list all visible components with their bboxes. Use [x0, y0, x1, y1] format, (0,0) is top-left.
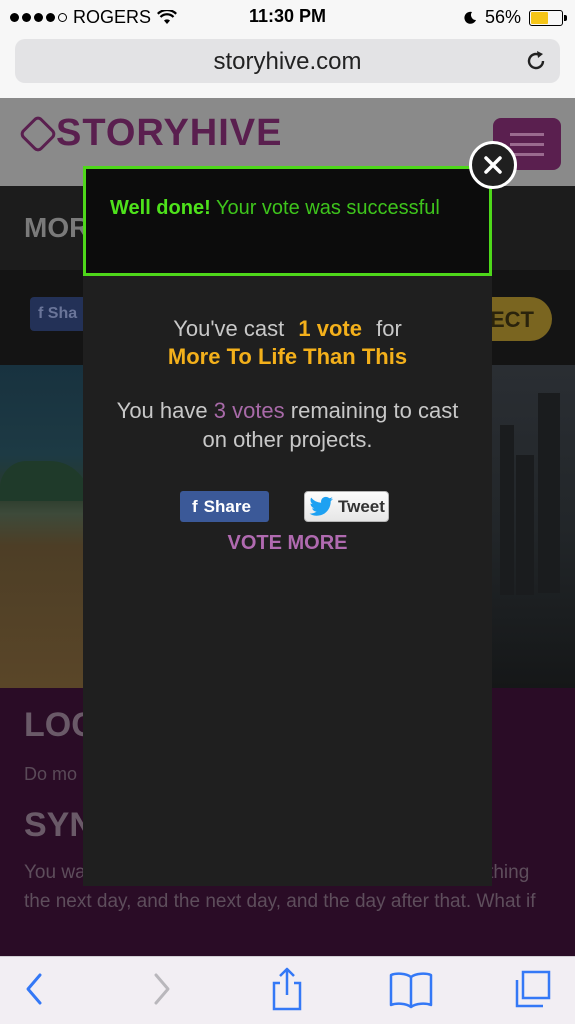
alert-message: Your vote was successful [210, 197, 440, 219]
remaining-votes-count: 3 votes [213, 398, 285, 423]
share-label: Share [203, 496, 251, 516]
cast-suffix: for [376, 316, 402, 341]
cast-prefix: You've cast [173, 316, 285, 341]
browser-toolbar [0, 956, 575, 1024]
address-bar[interactable]: storyhive.com [15, 39, 560, 83]
hamburger-icon [510, 132, 544, 136]
vote-more-link[interactable]: VOTE MORE [83, 532, 492, 555]
storyhive-logo[interactable]: STORYHIVE [18, 112, 283, 155]
voted-project-name: More To Life Than This [167, 344, 408, 369]
back-icon[interactable] [22, 971, 46, 1007]
tabs-icon[interactable] [512, 969, 552, 1009]
reload-icon[interactable] [524, 49, 548, 73]
tagline: Do mo [24, 764, 78, 784]
vote-confirmation-modal: Well done! Your vote was successful You'… [83, 166, 492, 886]
logo-text: STORYHIVE [56, 112, 283, 154]
city-scene [480, 365, 575, 688]
close-icon [484, 156, 502, 174]
facebook-share-button[interactable]: f Share [180, 491, 269, 522]
status-bar: ROGERS 11:30 PM 56% [0, 0, 575, 34]
twitter-bird-icon [309, 496, 334, 516]
remaining-votes-text: You have 3 votes remaining to cast on ot… [116, 398, 459, 452]
hive-logo-icon [18, 113, 58, 154]
share-icon[interactable] [270, 967, 304, 1011]
battery-icon [529, 9, 567, 26]
tweet-label: Tweet [338, 496, 385, 516]
url-text[interactable]: storyhive.com [15, 48, 560, 76]
bookmarks-icon[interactable] [388, 971, 434, 1009]
facebook-icon: f [38, 305, 48, 322]
facebook-icon: f [192, 496, 198, 516]
project-title: MOR [24, 212, 90, 243]
twitter-tweet-button[interactable]: Tweet [304, 491, 389, 522]
battery-percent: 56% [484, 7, 521, 27]
moon-icon [464, 11, 476, 24]
forward-icon[interactable] [150, 971, 174, 1007]
success-alert: Well done! Your vote was successful [83, 166, 492, 276]
alert-heading: Well done! [110, 197, 211, 219]
vote-count: 1 vote [298, 316, 362, 341]
modal-close-button[interactable] [469, 141, 517, 189]
browser-address-area: storyhive.com [0, 34, 575, 98]
vote-cast-line: You've cast 1 vote for [83, 316, 492, 342]
